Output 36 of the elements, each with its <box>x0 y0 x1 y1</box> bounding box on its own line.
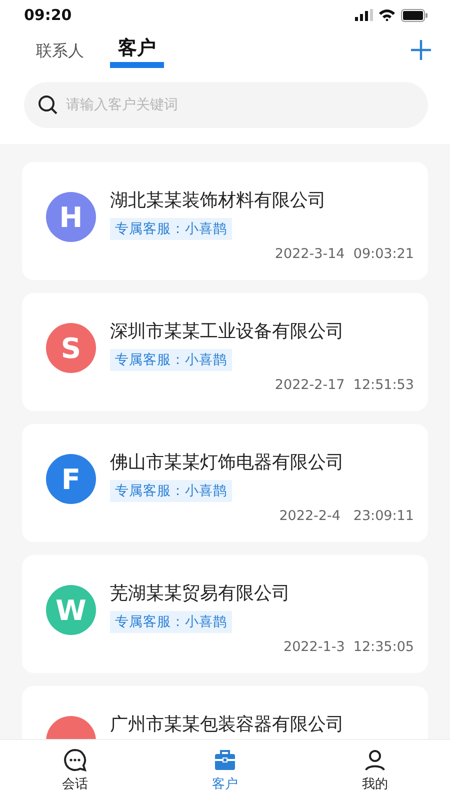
company-name: 广州市某某包装容器有限公司 <box>110 713 345 736</box>
service-tag: 专属客服：小喜鹊 <box>110 218 232 240</box>
service-tag: 专属客服：小喜鹊 <box>110 349 232 371</box>
avatar: S <box>46 323 96 373</box>
customer-card[interactable]: W 芜湖某某贸易有限公司 专属客服：小喜鹊 2022-1-3 12:35:05 <box>22 555 428 673</box>
customer-card[interactable]: F 佛山市某某灯饰电器有限公司 专属客服：小喜鹊 2022-2-4 23:09:11 <box>22 424 428 542</box>
company-name: 湖北某某装饰材料有限公司 <box>110 189 327 212</box>
wifi-icon <box>379 9 395 21</box>
service-tag: 专属客服：小喜鹊 <box>110 480 232 502</box>
tab[interactable]: 联系人 <box>32 40 88 62</box>
status-time: 09:20 <box>24 6 72 24</box>
timestamp: 2022-3-14 09:03:21 <box>274 246 414 262</box>
timestamp: 2022-2-17 12:51:53 <box>274 377 414 393</box>
customer-card[interactable]: 广州市某某包装容器有限公司 <box>22 686 428 739</box>
customer-card[interactable]: S 深圳市某某工业设备有限公司 专属客服：小喜鹊 2022-2-17 12:51:53 <box>22 293 428 411</box>
company-name: 深圳市某某工业设备有限公司 <box>110 320 345 343</box>
signal-icon <box>355 9 373 21</box>
plus-icon <box>410 38 432 60</box>
tab[interactable]: 客户 <box>110 34 164 68</box>
company-name: 芜湖某某贸易有限公司 <box>110 582 291 605</box>
nav-tab[interactable]: 会话 <box>0 740 150 800</box>
service-tag: 专属客服：小喜鹊 <box>110 611 232 633</box>
avatar: H <box>46 192 96 242</box>
avatar: W <box>46 585 96 635</box>
customer-card[interactable]: H 湖北某某装饰材料有限公司 专属客服：小喜鹊 2022-3-14 09:03:21 <box>22 162 428 280</box>
briefcase-icon <box>213 748 237 772</box>
chat-icon <box>63 748 87 772</box>
nav-tab[interactable]: 客户 <box>150 740 300 800</box>
battery-icon <box>401 8 428 22</box>
company-name: 佛山市某某灯饰电器有限公司 <box>110 451 345 474</box>
avatar: F <box>46 454 96 504</box>
search-field[interactable]: 请输入客户关键词 <box>24 82 428 128</box>
timestamp: 2022-1-3 12:35:05 <box>284 639 414 655</box>
nav-tab[interactable]: 我的 <box>300 740 450 800</box>
timestamp: 2022-2-4 23:09:11 <box>279 508 414 524</box>
person-icon <box>363 748 387 772</box>
